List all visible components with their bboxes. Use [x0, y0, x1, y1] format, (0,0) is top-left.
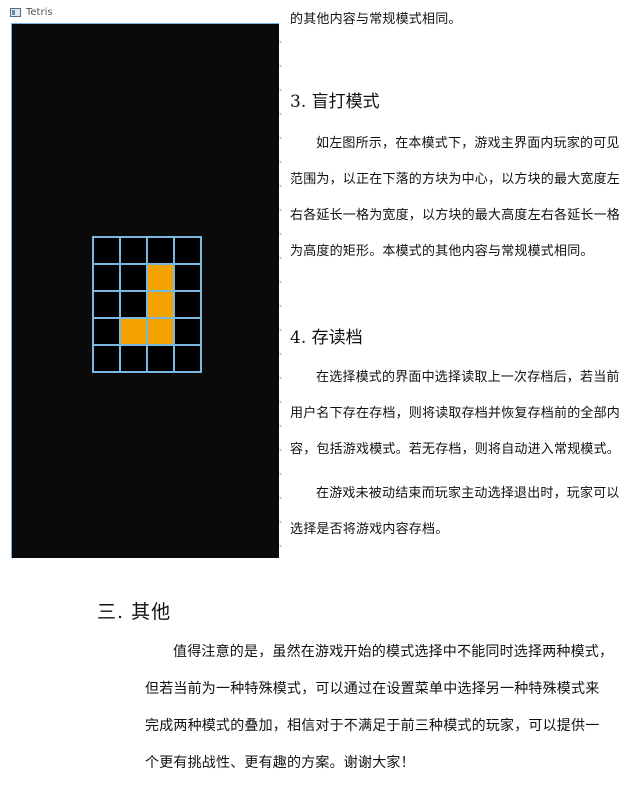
text-line: 选择是否将游戏内容存档。: [290, 522, 449, 537]
grid-cell: [94, 292, 121, 319]
column-divider: [279, 30, 282, 550]
window-title-bar: Tetris: [10, 6, 280, 20]
tetromino-block: [148, 292, 175, 319]
grid-cell: [94, 238, 121, 265]
grid-cell: [94, 346, 121, 373]
text-line: 但若当前为一种特殊模式，可以通过在设置菜单中选择另一种特殊模式来: [145, 681, 600, 697]
text-line: 为高度的矩形。本模式的其他内容与常规模式相同。: [290, 244, 594, 259]
app-window-icon: [10, 8, 21, 17]
other-heading: 三. 其他: [97, 601, 172, 623]
tetromino-block: [148, 265, 175, 292]
text-line: 用户名下存在存档，则将读取存档并恢复存档前的全部内: [290, 406, 621, 421]
text-line: 容，包括游戏模式。若无存档，则将自动进入常规模式。: [290, 442, 621, 457]
section4-paragraph-2: 在游戏未被动结束而玩家主动选择退出时，玩家可以 选择是否将游戏内容存档。: [290, 476, 625, 548]
text-line: 完成两种模式的叠加，相信对于不满足于前三种模式的玩家，可以提供一: [145, 718, 600, 734]
grid-cell: [121, 265, 148, 292]
section4-paragraph-1: 在选择模式的界面中选择读取上一次存档后，若当前 用户名下存在存档，则将读取存档并…: [290, 360, 625, 468]
section3-heading: 3. 盲打模式: [290, 92, 380, 112]
grid-cell: [94, 319, 121, 346]
grid-cell: [175, 346, 202, 373]
top-line: 的其他内容与常规模式相同。: [290, 12, 462, 27]
grid-cell: [175, 319, 202, 346]
tetromino-block: [148, 319, 175, 346]
visible-grid: [92, 236, 202, 373]
grid-cell: [148, 238, 175, 265]
grid-cell: [175, 238, 202, 265]
grid-cell: [121, 346, 148, 373]
grid-cell: [121, 292, 148, 319]
section4-heading: 4. 存读档: [290, 328, 363, 348]
text-line: 右各延长一格为宽度，以方块的最大高度左右各延长一格: [290, 208, 621, 223]
grid-cell: [94, 265, 121, 292]
grid-cell: [175, 265, 202, 292]
text-line: 如左图所示，在本模式下，游戏主界面内玩家的可见: [316, 136, 620, 151]
grid-cell: [148, 346, 175, 373]
tetris-game-area[interactable]: [11, 23, 279, 558]
grid-cell: [121, 238, 148, 265]
grid-cell: [175, 292, 202, 319]
text-line: 在游戏未被动结束而玩家主动选择退出时，玩家可以: [316, 486, 620, 501]
text-line: 值得注意的是，虽然在游戏开始的模式选择中不能同时选择两种模式，: [173, 644, 614, 660]
text-line: 个更有挑战性、更有趣的方案。谢谢大家！: [145, 755, 415, 771]
text-line: 在选择模式的界面中选择读取上一次存档后，若当前: [316, 370, 620, 385]
tetromino-block: [121, 319, 148, 346]
window-title: Tetris: [26, 7, 53, 18]
text-line: 范围为，以正在下落的方块为中心，以方块的最大宽度左: [290, 172, 621, 187]
section3-paragraph: 如左图所示，在本模式下，游戏主界面内玩家的可见 范围为，以正在下落的方块为中心，…: [290, 126, 625, 270]
other-paragraph: 值得注意的是，虽然在游戏开始的模式选择中不能同时选择两种模式， 但若当前为一种特…: [145, 634, 630, 782]
